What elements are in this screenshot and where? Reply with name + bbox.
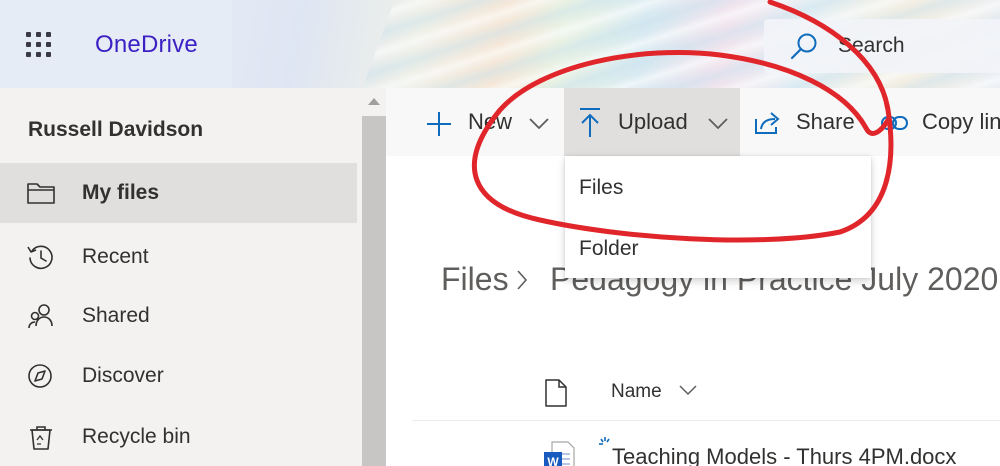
new-item-sparkle-icon (599, 437, 610, 445)
app-name[interactable]: OneDrive (95, 31, 198, 59)
share-button[interactable]: Share (740, 88, 866, 156)
share-icon (755, 112, 780, 134)
app-launcher-icon[interactable] (26, 32, 52, 58)
new-button-label: New (468, 109, 513, 134)
top-bar: OneDrive Search (0, 0, 1000, 88)
upload-button[interactable]: Upload (564, 88, 740, 156)
name-column-header[interactable]: Name (611, 381, 662, 403)
file-name-link[interactable]: Teaching Models - Thurs 4PM.docx (612, 444, 956, 466)
search-box[interactable]: Search (764, 19, 1000, 73)
menu-item-folder[interactable]: Folder (565, 217, 871, 278)
file-type-icon[interactable] (544, 378, 568, 408)
menu-item-label: Folder (579, 237, 639, 260)
compass-icon (28, 364, 52, 388)
folder-icon (27, 183, 55, 204)
history-icon (27, 245, 53, 270)
nav-item-recycle-bin[interactable]: Recycle bin (0, 407, 357, 466)
list-header-divider (412, 420, 1000, 421)
nav-item-recent[interactable]: Recent (0, 227, 357, 287)
upload-dropdown-menu: Files Folder (565, 156, 871, 278)
copy-link-button[interactable]: Copy link (878, 88, 1000, 156)
share-button-label: Share (796, 109, 855, 134)
svg-text:W: W (547, 455, 559, 466)
new-button[interactable]: New (386, 88, 564, 156)
nav-item-label: Shared (82, 304, 150, 327)
nav-item-shared[interactable]: Shared (0, 286, 357, 346)
recycle-bin-icon (30, 426, 52, 450)
sidebar-scrollbar[interactable] (362, 88, 386, 466)
chevron-right-icon (517, 270, 528, 290)
copy-link-button-label: Copy link (922, 109, 1000, 134)
nav-item-label: Recent (82, 245, 149, 268)
search-input[interactable]: Search (838, 34, 905, 58)
left-navigation: Russell Davidson My files Recent Shared … (0, 88, 362, 466)
menu-item-files[interactable]: Files (565, 156, 871, 217)
breadcrumb-root[interactable]: Files (441, 261, 509, 298)
word-file-icon: W (544, 441, 575, 466)
nav-item-label: Discover (82, 364, 164, 387)
nav-item-my-files[interactable]: My files (0, 163, 357, 223)
nav-item-discover[interactable]: Discover (0, 346, 357, 406)
nav-item-label: Recycle bin (82, 425, 191, 448)
chevron-down-icon (708, 118, 728, 130)
plus-icon (427, 112, 451, 136)
command-bar: New Upload Share Copy link (386, 88, 1000, 156)
menu-item-label: Files (579, 176, 624, 199)
scroll-up-arrow-icon[interactable] (368, 98, 380, 105)
upload-button-label: Upload (618, 109, 688, 134)
scrollbar-thumb[interactable] (362, 116, 386, 466)
people-icon (28, 304, 53, 329)
link-icon (881, 116, 908, 130)
chevron-down-icon[interactable] (678, 384, 698, 396)
user-name: Russell Davidson (28, 118, 204, 141)
search-icon (790, 33, 817, 60)
chevron-down-icon (529, 118, 549, 130)
nav-item-label: My files (82, 181, 160, 204)
upload-icon (580, 108, 600, 137)
